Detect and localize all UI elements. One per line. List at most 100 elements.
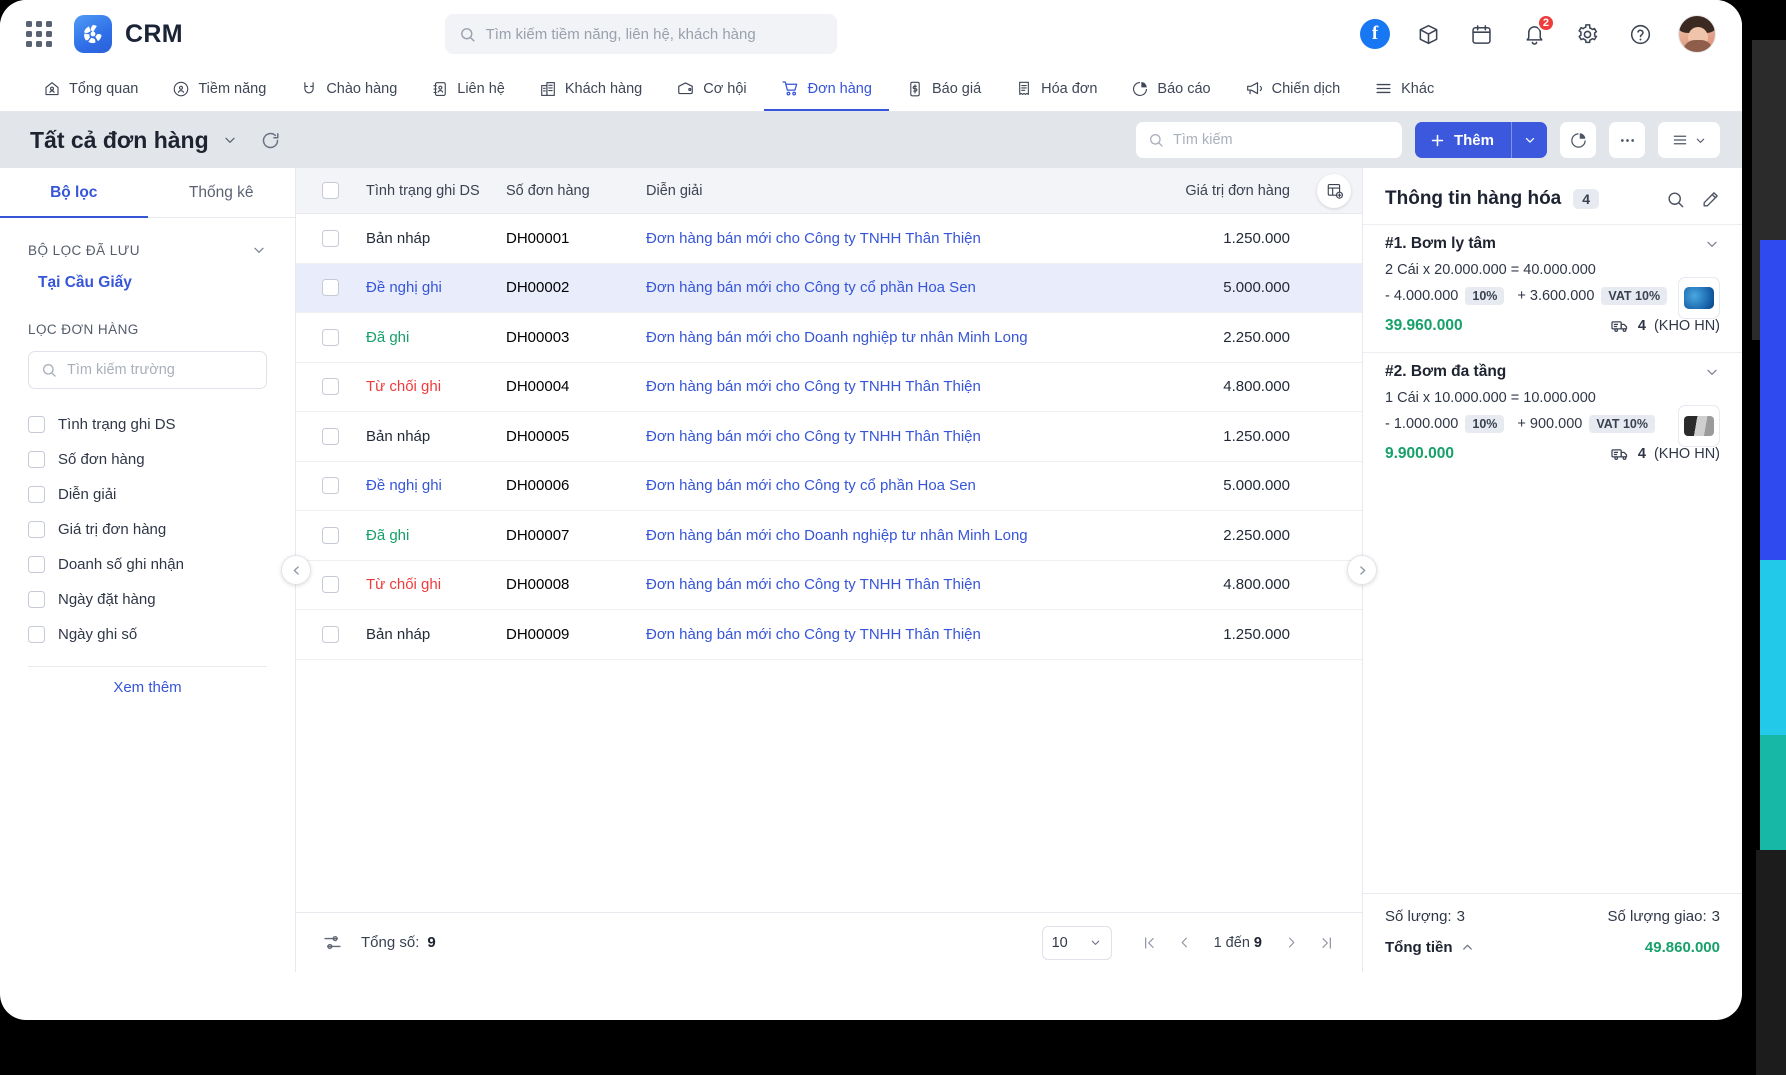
add-button-dropdown[interactable] — [1511, 122, 1547, 158]
table-row[interactable]: Đề nghị ghi DH00006 Đơn hàng bán mới cho… — [296, 462, 1362, 511]
add-column-icon[interactable] — [1317, 173, 1351, 208]
saved-filters-header[interactable]: BỘ LỌC ĐÃ LƯU — [0, 218, 295, 258]
order-number-link[interactable]: DH00007 — [506, 527, 646, 544]
add-button-group[interactable]: Thêm — [1414, 122, 1547, 158]
filter-field-row[interactable]: Diễn giải — [28, 477, 267, 512]
saved-filter-item[interactable]: Tại Cầu Giấy — [0, 258, 295, 292]
order-number-link[interactable]: DH00005 — [506, 428, 646, 445]
product-collapse-chevron-down-icon[interactable] — [1704, 236, 1720, 252]
order-number-link[interactable]: DH00008 — [506, 576, 646, 593]
table-row[interactable]: Bản nháp DH00009 Đơn hàng bán mới cho Cô… — [296, 610, 1362, 660]
filter-checkbox[interactable] — [28, 416, 45, 433]
collapse-right-panel-button[interactable] — [1347, 555, 1377, 585]
column-header-order-number[interactable]: Số đơn hàng — [506, 183, 646, 199]
show-more-link[interactable]: Xem thêm — [28, 666, 267, 696]
field-search-input[interactable]: Tìm kiếm trường — [28, 351, 267, 389]
chevron-down-icon[interactable] — [251, 242, 267, 258]
order-description-link[interactable]: Đơn hàng bán mới cho Công ty cổ phần Hoa… — [646, 477, 1126, 494]
nav-item-co-hoi[interactable]: Cơ hội — [659, 68, 763, 111]
filter-field-row[interactable]: Ngày ghi số — [28, 617, 267, 652]
nav-item-hoa-don[interactable]: Hóa đơn — [998, 68, 1114, 111]
filter-field-row[interactable]: Số đơn hàng — [28, 442, 267, 477]
product-collapse-chevron-down-icon[interactable] — [1704, 364, 1720, 380]
nav-item-chien-dich[interactable]: Chiến dịch — [1228, 68, 1358, 111]
table-row[interactable]: Đề nghị ghi DH00002 Đơn hàng bán mới cho… — [296, 263, 1362, 313]
filter-field-row[interactable]: Ngày đặt hàng — [28, 582, 267, 617]
filter-checkbox[interactable] — [28, 556, 45, 573]
nav-item-khach-hang[interactable]: Khách hàng — [522, 68, 659, 111]
next-page-button[interactable] — [1276, 928, 1306, 958]
order-description-link[interactable]: Đơn hàng bán mới cho Công ty TNHH Thân T… — [646, 626, 1126, 643]
filter-checkbox[interactable] — [28, 521, 45, 538]
row-checkbox[interactable] — [322, 625, 339, 643]
nav-item-bao-cao[interactable]: Báo cáo — [1114, 68, 1227, 111]
grand-total-chevron-up-icon[interactable] — [1460, 940, 1475, 955]
order-number-link[interactable]: DH00002 — [506, 279, 646, 296]
filter-field-row[interactable]: Tình trạng ghi DS — [28, 407, 267, 442]
table-row[interactable]: Từ chối ghi DH00008 Đơn hàng bán mới cho… — [296, 561, 1362, 610]
help-icon[interactable] — [1625, 19, 1655, 49]
last-page-button[interactable] — [1312, 928, 1342, 958]
order-description-link[interactable]: Đơn hàng bán mới cho Doanh nghiệp tư nhâ… — [646, 329, 1126, 346]
product-item[interactable]: #1. Bơm ly tâm 2 Cái x 20.000.000 = 40.0… — [1363, 224, 1742, 352]
row-checkbox[interactable] — [322, 328, 339, 346]
first-page-button[interactable] — [1134, 928, 1164, 958]
table-settings-icon[interactable] — [322, 932, 343, 953]
package-icon[interactable] — [1413, 19, 1443, 49]
global-search-input[interactable]: Tìm kiếm tiềm năng, liên hệ, khách hàng — [444, 14, 837, 54]
previous-page-button[interactable] — [1170, 928, 1200, 958]
order-description-link[interactable]: Đơn hàng bán mới cho Công ty TNHH Thân T… — [646, 378, 1126, 395]
product-item[interactable]: #2. Bơm đa tầng 1 Cái x 10.000.000 = 10.… — [1363, 352, 1742, 480]
row-checkbox[interactable] — [322, 576, 339, 594]
filter-field-row[interactable]: Doanh số ghi nhận — [28, 547, 267, 582]
row-checkbox[interactable] — [322, 477, 339, 495]
row-checkbox[interactable] — [322, 427, 339, 445]
refresh-icon[interactable] — [260, 130, 281, 151]
order-description-link[interactable]: Đơn hàng bán mới cho Công ty TNHH Thân T… — [646, 576, 1126, 593]
tab-bo-loc[interactable]: Bộ lọc — [0, 168, 148, 218]
filter-field-row[interactable]: Giá trị đơn hàng — [28, 512, 267, 547]
add-button[interactable]: Thêm — [1415, 122, 1511, 158]
table-row[interactable]: Đã ghi DH00007 Đơn hàng bán mới cho Doan… — [296, 511, 1362, 561]
nav-item-khac[interactable]: Khác — [1357, 68, 1451, 111]
view-switcher-chevron-down-icon[interactable] — [222, 132, 238, 148]
app-launcher-icon[interactable] — [26, 21, 52, 47]
table-row[interactable]: Bản nháp DH00005 Đơn hàng bán mới cho Cô… — [296, 412, 1362, 462]
filter-checkbox[interactable] — [28, 626, 45, 643]
product-edit-pencil-icon[interactable] — [1701, 190, 1720, 209]
nav-item-bao-gia[interactable]: Báo giá — [889, 68, 998, 111]
user-avatar[interactable] — [1678, 15, 1716, 53]
select-all-cell[interactable] — [322, 182, 366, 199]
more-options-button[interactable] — [1609, 122, 1645, 158]
facebook-icon[interactable]: f — [1360, 19, 1390, 49]
nav-item-tong-quan[interactable]: Tổng quan — [26, 68, 155, 111]
filter-checkbox[interactable] — [28, 591, 45, 608]
filter-checkbox[interactable] — [28, 451, 45, 468]
nav-item-lien-he[interactable]: Liên hệ — [414, 68, 522, 111]
order-number-link[interactable]: DH00003 — [506, 329, 646, 346]
notifications-bell-icon[interactable]: 2 — [1519, 14, 1555, 49]
calendar-icon[interactable] — [1466, 19, 1496, 49]
order-description-link[interactable]: Đơn hàng bán mới cho Công ty cổ phần Hoa… — [646, 279, 1126, 296]
brand-logo-link[interactable]: CRM — [74, 15, 183, 53]
row-checkbox[interactable] — [322, 526, 339, 544]
order-description-link[interactable]: Đơn hàng bán mới cho Công ty TNHH Thân T… — [646, 230, 1126, 247]
product-search-icon[interactable] — [1666, 190, 1685, 209]
collapse-left-panel-button[interactable] — [281, 555, 311, 585]
layout-view-button[interactable] — [1658, 122, 1720, 158]
order-description-link[interactable]: Đơn hàng bán mới cho Công ty TNHH Thân T… — [646, 428, 1126, 445]
chart-view-button[interactable] — [1560, 122, 1596, 158]
table-row[interactable]: Từ chối ghi DH00004 Đơn hàng bán mới cho… — [296, 363, 1362, 412]
table-row[interactable]: Bản nháp DH00001 Đơn hàng bán mới cho Cô… — [296, 214, 1362, 264]
nav-item-tiem-nang[interactable]: Tiềm năng — [155, 68, 283, 111]
order-description-link[interactable]: Đơn hàng bán mới cho Doanh nghiệp tư nhâ… — [646, 527, 1126, 544]
column-header-status[interactable]: Tình trạng ghi DS — [366, 183, 506, 199]
search-input[interactable]: Tìm kiếm — [1135, 122, 1402, 158]
order-number-link[interactable]: DH00009 — [506, 626, 646, 643]
order-number-link[interactable]: DH00001 — [506, 230, 646, 247]
row-checkbox[interactable] — [322, 229, 339, 247]
row-checkbox[interactable] — [322, 378, 339, 396]
row-checkbox[interactable] — [322, 279, 339, 297]
page-size-select[interactable]: 10 — [1041, 925, 1112, 960]
table-row[interactable]: Đã ghi DH00003 Đơn hàng bán mới cho Doan… — [296, 313, 1362, 363]
